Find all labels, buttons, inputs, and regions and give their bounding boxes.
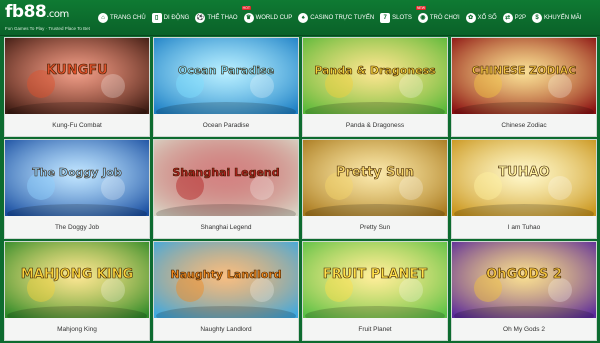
nav-item-lottery[interactable]: ✿ XỔ SỐ (463, 0, 500, 36)
nav-item-label: WORLD CUP (255, 14, 293, 21)
nav-item-label: XỔ SỐ (477, 14, 497, 21)
nav-badge: NEW (415, 5, 427, 10)
lottery-icon: ✿ (465, 12, 476, 23)
game-title[interactable]: Pretty Sun (303, 216, 447, 238)
nav-item-p2p[interactable]: ⇄ P2P (500, 0, 529, 36)
game-title[interactable]: I am Tuhao (452, 216, 596, 238)
game-logo-text: CHINESE ZODIAC (472, 64, 577, 77)
game-thumbnail[interactable]: The Doggy Job (5, 140, 149, 216)
game-logo-text: The Doggy Job (32, 166, 122, 179)
game-thumbnail[interactable]: Naughty Landlord (154, 242, 298, 318)
p2p-icon: ⇄ (502, 12, 513, 23)
game-title[interactable]: Shanghai Legend (154, 216, 298, 238)
nav-item-label: CASINO TRỰC TUYẾN (310, 14, 375, 21)
soccer-icon: ⚽ (195, 12, 206, 23)
nav-item-gamepad[interactable]: ◉ NEW TRÒ CHƠI (415, 0, 463, 36)
top-header: fb88.com Fun Games To Play · Trusted Pla… (0, 0, 600, 36)
nav-item-label: THỂ THAO (207, 14, 238, 21)
logo-tagline: Fun Games To Play · Trusted Place To Bet (5, 25, 90, 31)
game-card[interactable]: Naughty Landlord Naughty Landlord (153, 241, 299, 341)
nav-item-slot-machine[interactable]: 7 SLOTS (377, 0, 415, 36)
game-card[interactable]: KUNGFU Kung-Fu Combat (4, 37, 150, 137)
main-nav: ⌂ TRANG CHỦ ▯ DI ĐỘNG ⚽ THỂ THAO ♛ HOT WORLD CUP… (95, 0, 584, 36)
game-thumbnail[interactable]: Ocean Paradise (154, 38, 298, 114)
game-title[interactable]: Ocean Paradise (154, 114, 298, 136)
game-logo-text: Naughty Landlord (170, 268, 281, 281)
game-title[interactable]: The Doggy Job (5, 216, 149, 238)
nav-item-label: KHUYẾN MÃI (544, 14, 582, 21)
game-thumbnail[interactable]: CHINESE ZODIAC (452, 38, 596, 114)
game-card[interactable]: Shanghai Legend Shanghai Legend (153, 139, 299, 239)
game-logo-text: OhGODS 2 (486, 267, 562, 282)
nav-item-cards[interactable]: ♠ CASINO TRỰC TUYẾN (295, 0, 377, 36)
game-title[interactable]: Chinese Zodiac (452, 114, 596, 136)
cards-icon: ♠ (298, 12, 309, 23)
game-grid: KUNGFU Kung-Fu Combat Ocean Paradise Ocean … (0, 36, 600, 343)
game-thumbnail[interactable]: MAHJONG KING (5, 242, 149, 318)
nav-item-mobile[interactable]: ▯ DI ĐỘNG (149, 0, 193, 36)
nav-item-promotion[interactable]: $ KHUYẾN MÃI (529, 0, 584, 36)
game-thumbnail[interactable]: KUNGFU (5, 38, 149, 114)
nav-item-label: TRÒ CHƠI (429, 14, 460, 21)
game-card[interactable]: Panda & Dragoness Panda & Dragoness (302, 37, 448, 137)
nav-item-label: TRANG CHỦ (110, 14, 146, 21)
game-card[interactable]: The Doggy Job The Doggy Job (4, 139, 150, 239)
gamepad-icon: ◉ (417, 12, 428, 23)
nav-item-label: SLOTS (392, 14, 412, 21)
game-card[interactable]: OhGODS 2 Oh My Gods 2 (451, 241, 597, 341)
game-thumbnail[interactable]: Pretty Sun (303, 140, 447, 216)
game-thumbnail[interactable]: TUHAO (452, 140, 596, 216)
game-logo-text: TUHAO (498, 165, 549, 180)
game-title[interactable]: Panda & Dragoness (303, 114, 447, 136)
game-title[interactable]: Fruit Planet (303, 318, 447, 340)
home-icon: ⌂ (98, 12, 108, 23)
game-card[interactable]: TUHAO I am Tuhao (451, 139, 597, 239)
slot-machine-icon: 7 (380, 12, 391, 23)
game-logo-text: Panda & Dragoness (314, 64, 436, 77)
game-title[interactable]: Kung-Fu Combat (5, 114, 149, 136)
game-title[interactable]: Mahjong King (5, 318, 149, 340)
trophy-icon: ♛ (243, 12, 254, 23)
logo-text: fb88.com (5, 1, 69, 22)
game-card[interactable]: MAHJONG KING Mahjong King (4, 241, 150, 341)
game-thumbnail[interactable]: Shanghai Legend (154, 140, 298, 216)
brand-logo[interactable]: fb88.com Fun Games To Play · Trusted Pla… (0, 0, 95, 36)
game-logo-text: Pretty Sun (336, 165, 414, 180)
game-logo-text: Ocean Paradise (178, 64, 274, 77)
game-logo-text: FRUIT PLANET (323, 267, 427, 282)
game-card[interactable]: CHINESE ZODIAC Chinese Zodiac (451, 37, 597, 137)
nav-item-trophy[interactable]: ♛ HOT WORLD CUP (241, 0, 296, 36)
nav-item-home[interactable]: ⌂ TRANG CHỦ (95, 0, 149, 36)
game-logo-text: KUNGFU (46, 63, 107, 78)
game-card[interactable]: Pretty Sun Pretty Sun (302, 139, 448, 239)
game-title[interactable]: Naughty Landlord (154, 318, 298, 340)
game-card[interactable]: FRUIT PLANET Fruit Planet (302, 241, 448, 341)
nav-item-label: DI ĐỘNG (163, 14, 190, 21)
game-card[interactable]: Ocean Paradise Ocean Paradise (153, 37, 299, 137)
mobile-icon: ▯ (151, 12, 162, 23)
nav-badge: HOT (241, 5, 251, 10)
nav-item-soccer[interactable]: ⚽ THỂ THAO (192, 0, 240, 36)
game-thumbnail[interactable]: OhGODS 2 (452, 242, 596, 318)
nav-item-label: P2P (514, 14, 527, 21)
game-logo-text: MAHJONG KING (21, 267, 133, 282)
game-title[interactable]: Oh My Gods 2 (452, 318, 596, 340)
promotion-icon: $ (532, 12, 543, 23)
game-thumbnail[interactable]: Panda & Dragoness (303, 38, 447, 114)
game-thumbnail[interactable]: FRUIT PLANET (303, 242, 447, 318)
game-logo-text: Shanghai Legend (172, 166, 279, 179)
